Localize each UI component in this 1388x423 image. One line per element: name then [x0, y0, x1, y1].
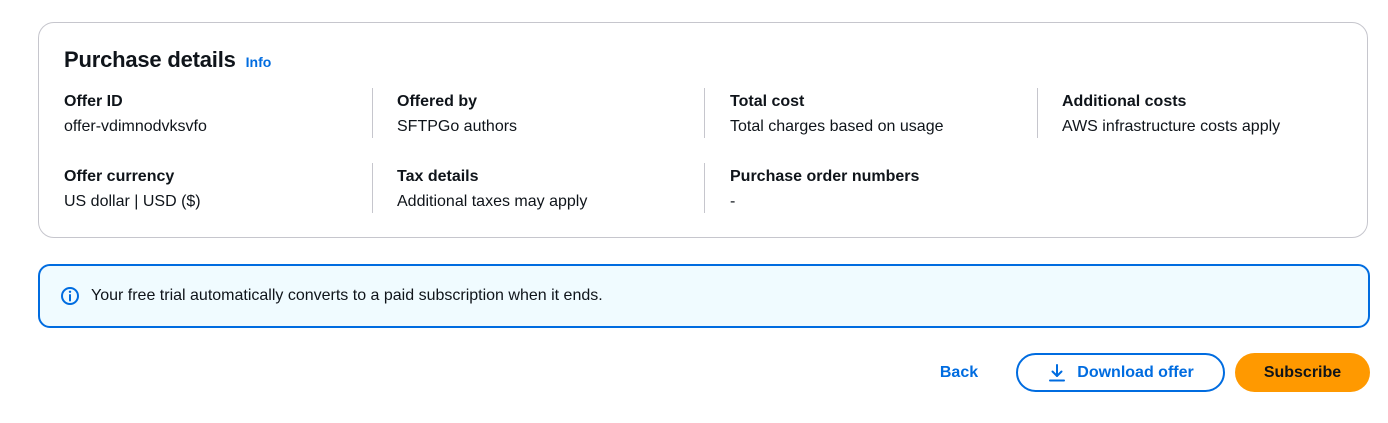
field-total-cost: Total cost Total charges based on usage: [730, 92, 1030, 137]
purchase-details-card: Purchase details Info Offer ID offer-vdi…: [38, 22, 1368, 238]
column-divider: [1037, 88, 1038, 138]
column-divider: [704, 163, 705, 213]
info-link[interactable]: Info: [246, 54, 272, 70]
field-value: Total charges based on usage: [730, 118, 944, 135]
download-offer-button[interactable]: Download offer: [1016, 353, 1225, 392]
free-trial-info-alert: Your free trial automatically converts t…: [38, 264, 1370, 328]
field-offer-currency: Offer currency US dollar | USD ($): [64, 167, 364, 212]
field-label: Purchase order numbers: [730, 168, 920, 185]
field-value: US dollar | USD ($): [64, 193, 201, 210]
field-value: SFTPGo authors: [397, 118, 518, 135]
field-value: AWS infrastructure costs apply: [1062, 118, 1281, 135]
card-header: Purchase details Info: [64, 47, 271, 73]
column-divider: [372, 88, 373, 138]
field-offered-by: Offered by SFTPGo authors: [397, 92, 697, 137]
subscribe-button[interactable]: Subscribe: [1235, 353, 1370, 392]
purchase-details-title: Purchase details: [64, 47, 236, 72]
field-label: Total cost: [730, 93, 805, 110]
field-additional-costs: Additional costs AWS infrastructure cost…: [1062, 92, 1362, 137]
column-divider: [704, 88, 705, 138]
field-label: Offer currency: [64, 168, 175, 185]
field-label: Tax details: [397, 168, 479, 185]
field-value: Additional taxes may apply: [397, 193, 588, 210]
info-circle-icon: [60, 286, 80, 306]
back-button[interactable]: Back: [924, 354, 994, 392]
field-value: offer-vdimnodvksvfo: [64, 118, 207, 135]
field-label: Additional costs: [1062, 93, 1187, 110]
field-purchase-order-numbers: Purchase order numbers -: [730, 167, 1030, 212]
field-value: -: [730, 193, 736, 210]
field-offer-id: Offer ID offer-vdimnodvksvfo: [64, 92, 364, 137]
column-divider: [372, 163, 373, 213]
download-icon: [1047, 363, 1067, 383]
download-offer-label: Download offer: [1077, 363, 1194, 381]
field-label: Offered by: [397, 93, 478, 110]
alert-message: Your free trial automatically converts t…: [91, 287, 603, 304]
field-label: Offer ID: [64, 93, 123, 110]
field-tax-details: Tax details Additional taxes may apply: [397, 167, 697, 212]
